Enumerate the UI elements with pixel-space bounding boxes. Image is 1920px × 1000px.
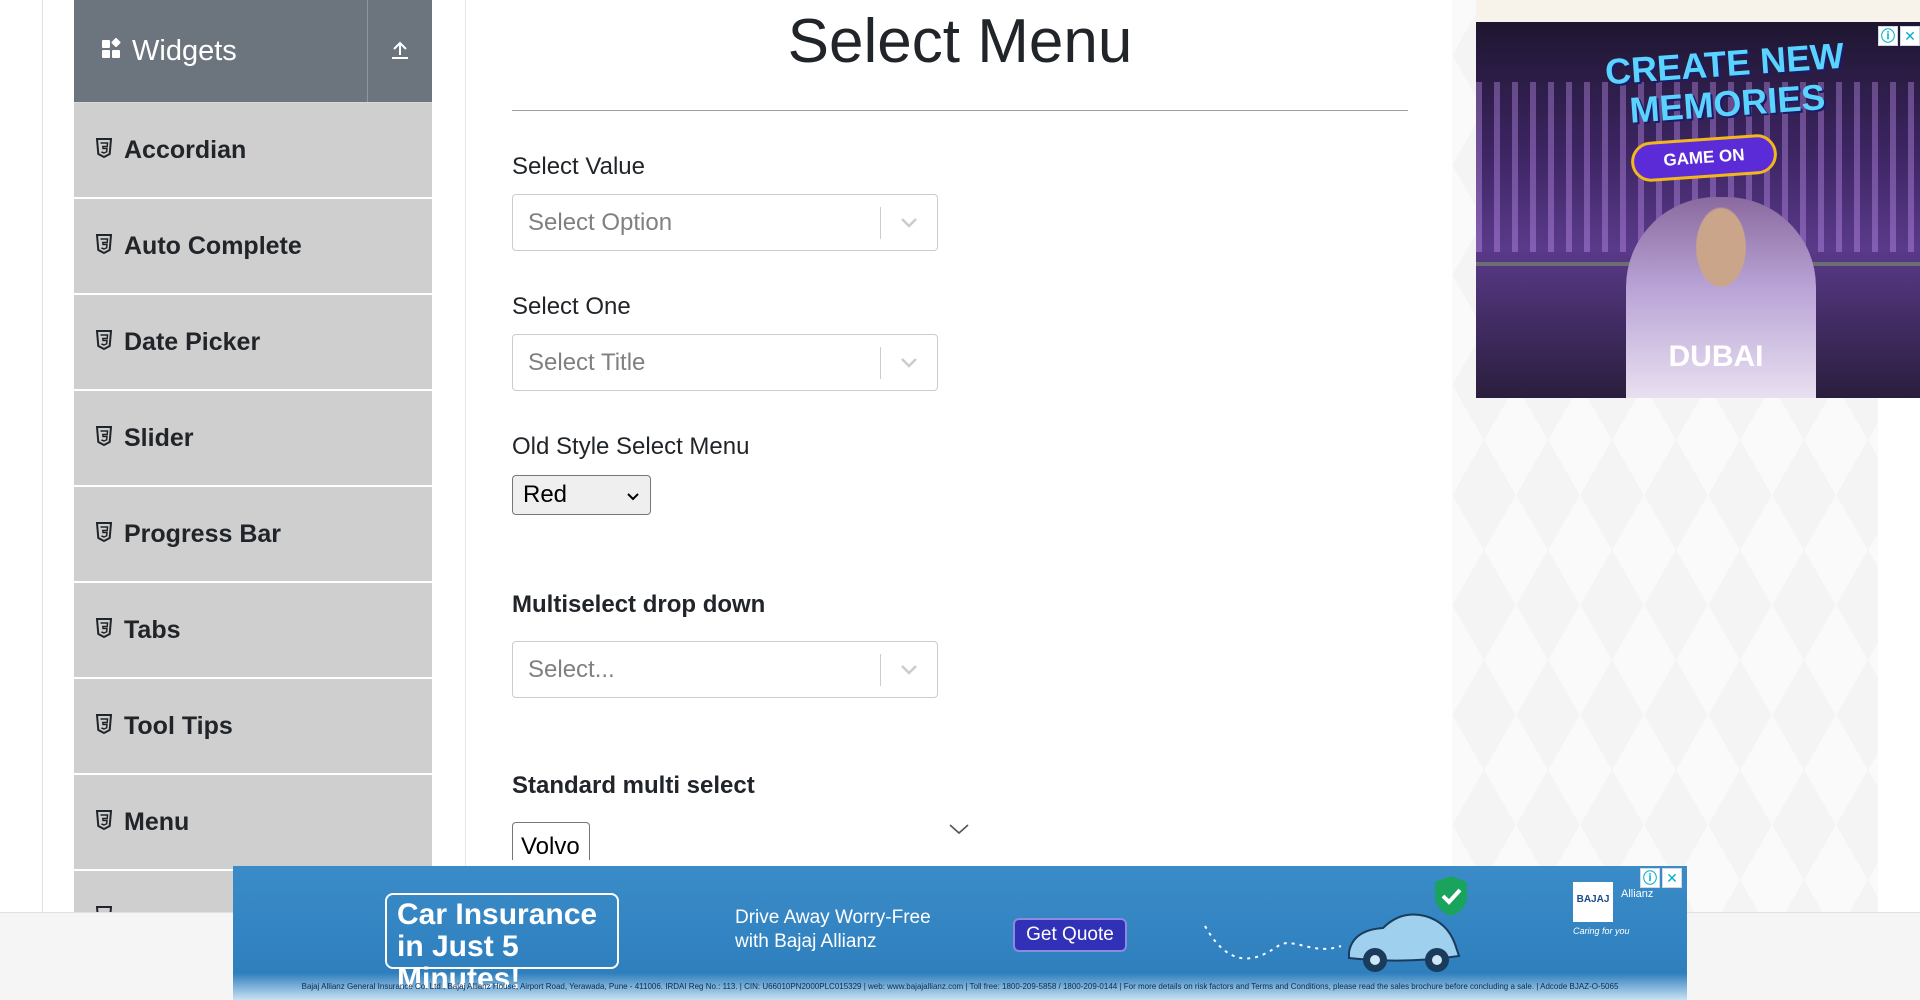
left-gutter-line: [42, 0, 43, 912]
ad-close-icon[interactable]: ✕: [1900, 26, 1920, 46]
sidebar-item-slider[interactable]: Slider: [74, 391, 432, 487]
sidebar-item-auto-complete[interactable]: Auto Complete: [74, 199, 432, 295]
bottom-ad-controls: ⓘ ✕: [1640, 868, 1682, 888]
ad-info-icon[interactable]: ⓘ: [1878, 26, 1898, 46]
ad-subtext-line1: Drive Away Worry-Free: [735, 907, 931, 928]
sidebar-divider: [465, 0, 466, 912]
ad-info-icon[interactable]: ⓘ: [1640, 868, 1660, 888]
collapse-arrow-icon: [388, 37, 412, 66]
widgets-group-title: Widgets: [132, 34, 237, 67]
select-one-placeholder: Select Title: [528, 348, 646, 376]
multiselect-label: Multiselect drop down: [512, 591, 766, 618]
html5-icon: [95, 425, 113, 451]
chevron-down-icon: [948, 822, 970, 840]
sidebar-item-label: Slider: [124, 423, 194, 452]
chevron-down-icon[interactable]: [881, 357, 937, 369]
title-divider: [512, 110, 1408, 111]
html5-icon: [95, 521, 113, 547]
old-style-label: Old Style Select Menu: [512, 433, 750, 460]
html5-icon: [95, 713, 113, 739]
standard-multi-select[interactable]: Volvo: [512, 822, 590, 860]
dotted-path-graphic: [1204, 925, 1342, 960]
widgets-group-header[interactable]: Widgets: [74, 0, 432, 103]
sidebar: Widgets Accordian Auto Complete Date Pic…: [74, 0, 432, 912]
bajaj-insurance-ad[interactable]: Car Insurance in Just 5 Minutes! Drive A…: [233, 866, 1687, 1000]
html5-icon: [95, 617, 113, 643]
select-value-group: Select Value Select Option: [512, 153, 1408, 251]
standard-multi-group: Standard multi select Volvo: [512, 772, 1408, 860]
page: Widgets Accordian Auto Complete Date Pic…: [0, 0, 1920, 1000]
old-style-group: Old Style Select Menu Red: [512, 433, 1408, 515]
select-value-placeholder: Select Option: [528, 208, 673, 236]
ad-headline-line1: Car Insurance: [397, 898, 598, 931]
sidebar-item-tool-tips[interactable]: Tool Tips: [74, 679, 432, 775]
collapse-group-button[interactable]: [368, 0, 432, 102]
main-content: Select Menu Select Value Select Option S…: [512, 0, 1408, 866]
shield-check-icon: [1435, 876, 1467, 916]
multiselect-placeholder: Select...: [528, 655, 615, 683]
html5-icon: [95, 809, 113, 835]
chevron-down-icon[interactable]: [881, 664, 937, 676]
sidebar-item-label: Auto Complete: [124, 231, 302, 260]
select-value-dropdown[interactable]: Select Option: [512, 194, 938, 251]
ad-tagline: Caring for you: [1573, 926, 1630, 936]
sidebar-item-label: Accordian: [124, 135, 247, 164]
select-value-label: Select Value: [512, 153, 645, 180]
widgets-group-title-area[interactable]: Widgets: [74, 0, 368, 102]
multiselect-group: Multiselect drop down Select...: [512, 591, 1408, 698]
get-quote-button[interactable]: Get Quote: [1013, 918, 1127, 952]
sidebar-item-label: Progress Bar: [124, 519, 282, 548]
ad-subtext: Drive Away Worry-Free with Bajaj Allianz: [735, 906, 931, 954]
right-ad-controls: ⓘ ✕: [1878, 26, 1920, 46]
ad-top-strip: [1476, 0, 1920, 22]
dubai-ad-banner[interactable]: CREATE NEW MEMORIES GAME ON DUBAI: [1476, 22, 1920, 398]
sidebar-item-accordian[interactable]: Accordian: [74, 103, 432, 199]
select-one-label: Select One: [512, 293, 631, 320]
bajaj-logo-mark: BAJAJ: [1573, 882, 1613, 922]
standard-multi-option[interactable]: Volvo: [521, 833, 580, 860]
select-one-group: Select One Select Title: [512, 293, 1408, 391]
bajaj-allianz-logo: BAJAJ Allianz Caring for you: [1573, 882, 1663, 952]
old-style-selected-value: Red: [523, 481, 568, 508]
multiselect-dropdown[interactable]: Select...: [512, 641, 938, 698]
sidebar-item-menu[interactable]: Menu: [74, 775, 432, 871]
chevron-down-icon[interactable]: [881, 217, 937, 229]
sidebar-item-tabs[interactable]: Tabs: [74, 583, 432, 679]
page-title: Select Menu: [787, 7, 1133, 76]
ad-headline-box: Car Insurance in Just 5 Minutes!: [385, 893, 619, 995]
widgets-grid-icon: [100, 37, 124, 66]
sidebar-item-label: Menu: [124, 807, 190, 836]
html5-icon: [95, 233, 113, 259]
allianz-logo-text: Allianz: [1621, 888, 1654, 900]
select-one-dropdown[interactable]: Select Title: [512, 334, 938, 391]
sidebar-item-progress-bar[interactable]: Progress Bar: [74, 487, 432, 583]
ad-close-icon[interactable]: ✕: [1662, 868, 1682, 888]
standard-multi-label: Standard multi select: [512, 772, 755, 799]
ad-legal-text: Bajaj Allianz General Insurance Co. Ltd.…: [301, 982, 1619, 991]
html5-icon: [95, 137, 113, 163]
sidebar-item-label: Date Picker: [124, 327, 261, 356]
ad-brand: DUBAI: [1668, 340, 1764, 373]
old-style-select[interactable]: Red: [512, 475, 651, 515]
sidebar-item-label: Tool Tips: [124, 711, 233, 740]
ad-subtext-line2: with Bajaj Allianz: [735, 931, 877, 952]
sidebar-item-date-picker[interactable]: Date Picker: [74, 295, 432, 391]
chevron-down-icon: [626, 481, 640, 509]
html5-icon: [95, 329, 113, 355]
sidebar-item-label: Tabs: [124, 615, 181, 644]
